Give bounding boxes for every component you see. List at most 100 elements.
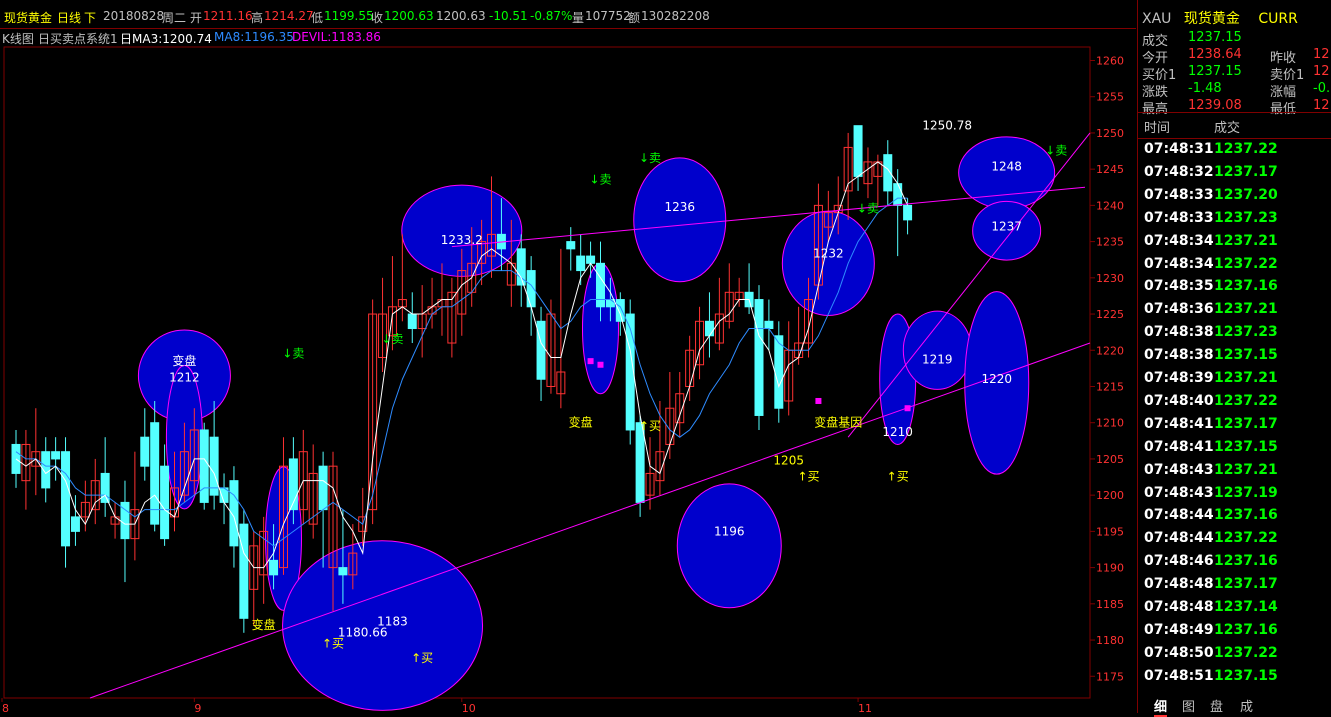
tick-row[interactable]: 07:48:46 1237.16 xyxy=(1138,553,1331,576)
price-axis-label: 1250 xyxy=(1096,127,1124,140)
quote-mode[interactable]: CURR xyxy=(1258,11,1297,27)
system-label[interactable]: 日买卖点系统1 xyxy=(38,30,118,47)
tick-row[interactable]: 07:48:33 1237.23 xyxy=(1138,210,1331,233)
tick-price: 1237.16 xyxy=(1214,553,1278,570)
instrument-name: 现货黄金 xyxy=(4,11,53,25)
tick-price: 1237.22 xyxy=(1214,255,1278,272)
tick-row[interactable]: 07:48:51 1237.15 xyxy=(1138,668,1331,691)
tick-row[interactable]: 07:48:49 1237.16 xyxy=(1138,622,1331,645)
quote-row: 买价1 1237.15 卖价1 12 xyxy=(1138,64,1331,83)
symbol-code: XAU xyxy=(1142,11,1172,27)
annotation-label: 1219 xyxy=(922,352,953,366)
quote-value: 1238.64 xyxy=(1188,47,1242,62)
tick-row[interactable]: 07:48:34 1237.22 xyxy=(1138,256,1331,279)
tab-trades[interactable]: 成 xyxy=(1240,696,1253,715)
sell-signal: ↓卖 xyxy=(857,202,879,216)
tick-row[interactable]: 07:48:38 1237.15 xyxy=(1138,347,1331,370)
quote-panel: XAU 现货黄金 CURR 成交 1237.15 今开 1238.64 昨收 12 买价1 1… xyxy=(1137,0,1331,717)
tick-price: 1237.17 xyxy=(1214,576,1278,593)
chart-canvas[interactable]: 1260 1255 1250 1245 1240 1235 1230 1225 1220 1215… xyxy=(0,46,1136,713)
tick-time: 07:48:38 xyxy=(1144,324,1214,341)
price-axis-label: 1225 xyxy=(1096,308,1124,321)
tick-time: 07:48:49 xyxy=(1144,621,1214,638)
candle-body xyxy=(754,299,764,416)
tick-row[interactable]: 07:48:41 1237.15 xyxy=(1138,439,1331,462)
annotation-label: 1196 xyxy=(714,525,745,539)
annotation-label: 1210 xyxy=(882,425,913,439)
candle-body xyxy=(318,465,328,511)
quote-header-bar: 现货黄金 日线 下 20180828 周二 开 1211.16 高 1214.2… xyxy=(0,0,1136,29)
tab-chart[interactable]: 图 xyxy=(1182,696,1195,715)
quote-row: 涨跌 -1.48 涨幅 -0. xyxy=(1138,81,1331,100)
tick-time: 07:48:51 xyxy=(1144,667,1214,684)
tab-book[interactable]: 盘 xyxy=(1210,696,1223,715)
sell-signal: ↓卖 xyxy=(589,173,611,187)
tick-time: 07:48:43 xyxy=(1144,461,1214,478)
buy-signal: ↑买 xyxy=(797,470,819,484)
tick-row[interactable]: 07:48:34 1237.21 xyxy=(1138,233,1331,256)
direction-label: 下 xyxy=(84,11,97,25)
price-axis-label: 1205 xyxy=(1096,453,1124,466)
tick-row[interactable]: 07:48:40 1237.22 xyxy=(1138,393,1331,416)
candle-body xyxy=(853,125,863,177)
quote-row: 最高 1239.08 最低 12 xyxy=(1138,98,1331,117)
candle-body xyxy=(160,465,170,540)
volume-label: 量 xyxy=(572,11,585,25)
candlestick-chart[interactable]: 1260 1255 1250 1245 1240 1235 1230 1225 1220 1215… xyxy=(0,46,1136,713)
price-axis-label: 1190 xyxy=(1096,562,1124,575)
sell-signal: ↓卖 xyxy=(282,347,304,361)
candle-body xyxy=(615,299,625,322)
candle-body xyxy=(586,255,596,264)
quote-value: 1237.15 xyxy=(1188,30,1242,45)
tick-price: 1237.14 xyxy=(1214,599,1278,615)
tick-time: 07:48:48 xyxy=(1144,599,1214,615)
date-axis-label: 9 xyxy=(194,702,201,713)
tick-row[interactable]: 07:48:48 1237.17 xyxy=(1138,576,1331,599)
tick-price: 1237.23 xyxy=(1214,324,1278,341)
tick-row[interactable]: 07:48:44 1237.16 xyxy=(1138,507,1331,530)
kline-label[interactable]: K线图 xyxy=(2,30,34,47)
annotation-label: 1212 xyxy=(169,370,200,384)
tick-row[interactable]: 07:48:33 1237.20 xyxy=(1138,187,1331,210)
tick-time: 07:48:36 xyxy=(1144,301,1214,318)
tick-row[interactable]: 07:48:36 1237.21 xyxy=(1138,301,1331,324)
tick-row[interactable]: 07:48:50 1237.22 xyxy=(1138,645,1331,668)
tick-row[interactable]: 07:48:38 1237.23 xyxy=(1138,324,1331,347)
tick-price: 1237.20 xyxy=(1214,186,1278,203)
tick-row[interactable]: 07:48:32 1237.17 xyxy=(1138,164,1331,187)
low-label: 低 xyxy=(311,11,324,25)
price-axis-label: 1245 xyxy=(1096,163,1124,176)
buy-signal: ↑买 xyxy=(639,419,661,433)
tick-time: 07:48:32 xyxy=(1144,163,1214,180)
price-axis-label: 1175 xyxy=(1096,670,1124,683)
tick-price: 1237.16 xyxy=(1214,278,1278,295)
period-label[interactable]: 日线 xyxy=(57,9,81,26)
tick-row[interactable]: 07:48:39 1237.21 xyxy=(1138,370,1331,393)
annotation-label: 变盘 xyxy=(252,617,276,632)
tick-row[interactable]: 07:48:31 1237.22 xyxy=(1138,141,1331,164)
change-value: -10.51 xyxy=(489,9,528,23)
tick-header: 时间 成交 xyxy=(1138,117,1331,139)
candle-body xyxy=(576,255,586,272)
tick-time: 07:48:33 xyxy=(1144,186,1214,203)
tick-row[interactable]: 07:48:35 1237.16 xyxy=(1138,278,1331,301)
tick-row[interactable]: 07:48:41 1237.17 xyxy=(1138,416,1331,439)
annotation-label: 1220 xyxy=(981,372,1012,386)
tick-price: 1237.21 xyxy=(1214,461,1278,478)
symbol-name: 现货黄金 xyxy=(1183,11,1240,27)
panel-tabs: 细 图 盘 成 xyxy=(1138,695,1331,717)
tick-price: 1237.17 xyxy=(1214,163,1278,180)
quote-value: 12 xyxy=(1313,98,1330,113)
date-axis-label: 8 xyxy=(2,702,9,713)
tick-time: 07:48:33 xyxy=(1144,209,1214,226)
tab-detail[interactable]: 细 xyxy=(1154,696,1168,717)
tick-price: 1237.21 xyxy=(1214,301,1278,318)
tick-row[interactable]: 07:48:48 1237.14 xyxy=(1138,599,1331,622)
tick-row[interactable]: 07:48:43 1237.19 xyxy=(1138,485,1331,508)
price-axis-label: 1220 xyxy=(1096,344,1124,357)
candle-body xyxy=(269,559,279,576)
tick-row[interactable]: 07:48:44 1237.22 xyxy=(1138,530,1331,553)
change-percent: -0.87% xyxy=(530,9,573,23)
quote-value: -1.48 xyxy=(1188,81,1222,96)
tick-row[interactable]: 07:48:43 1237.21 xyxy=(1138,462,1331,485)
